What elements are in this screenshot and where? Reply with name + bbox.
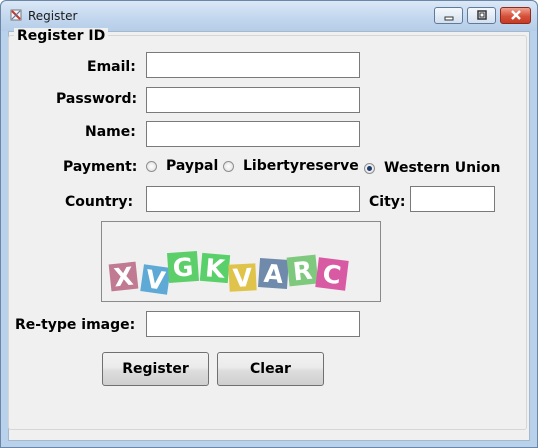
- radio-libertyreserve[interactable]: [223, 161, 234, 172]
- radio-libertyreserve-label[interactable]: Libertyreserve: [243, 158, 359, 174]
- radio-paypal[interactable]: [146, 161, 157, 172]
- captcha-letter-tile: A: [258, 258, 289, 289]
- retype-image-label: Re-type image:: [15, 317, 136, 333]
- name-field[interactable]: [146, 121, 360, 147]
- captcha-letter-tile: V: [228, 263, 257, 293]
- captcha-letter-tile: K: [199, 252, 231, 284]
- retype-image-field[interactable]: [146, 311, 360, 337]
- captcha-image: XVGKVARC: [108, 250, 349, 296]
- captcha-letter: X: [112, 262, 134, 293]
- close-icon: [510, 10, 521, 20]
- minimize-button[interactable]: [434, 7, 463, 24]
- captcha-image-box: XVGKVARC: [101, 221, 381, 302]
- email-field[interactable]: [146, 52, 360, 78]
- title-bar: Register: [1, 1, 537, 31]
- close-button[interactable]: [500, 7, 531, 24]
- minimize-icon: [444, 16, 453, 21]
- captcha-letter-tile: X: [108, 262, 139, 293]
- maximize-button[interactable]: [467, 7, 496, 24]
- captcha-letter-tile: V: [140, 264, 171, 296]
- register-button[interactable]: Register: [102, 352, 209, 386]
- country-label: Country:: [65, 194, 134, 210]
- password-label: Password:: [56, 91, 138, 107]
- group-title: Register ID: [14, 28, 109, 44]
- city-field[interactable]: [410, 186, 495, 212]
- name-label: Name:: [85, 124, 136, 140]
- radio-western-union[interactable]: [364, 163, 375, 174]
- captcha-letter-tile: G: [166, 250, 200, 284]
- email-label: Email:: [87, 59, 136, 75]
- captcha-letter-tile: C: [315, 257, 349, 291]
- radio-paypal-label[interactable]: Paypal: [166, 158, 218, 174]
- payment-label: Payment:: [63, 159, 138, 175]
- country-field[interactable]: [146, 186, 360, 212]
- maximize-icon: [476, 10, 487, 20]
- clear-button[interactable]: Clear: [217, 352, 324, 386]
- radio-western-union-label[interactable]: Western Union: [384, 160, 500, 176]
- captcha-letter-tile: R: [286, 254, 319, 287]
- window-title: Register: [28, 9, 78, 23]
- city-label: City:: [369, 194, 406, 210]
- captcha-letter: C: [321, 259, 343, 290]
- captcha-letter: R: [291, 256, 313, 287]
- app-icon: [10, 9, 22, 21]
- captcha-letter: V: [232, 263, 253, 293]
- password-field[interactable]: [146, 87, 360, 113]
- captcha-letter: A: [263, 259, 285, 289]
- captcha-letter: G: [172, 252, 195, 282]
